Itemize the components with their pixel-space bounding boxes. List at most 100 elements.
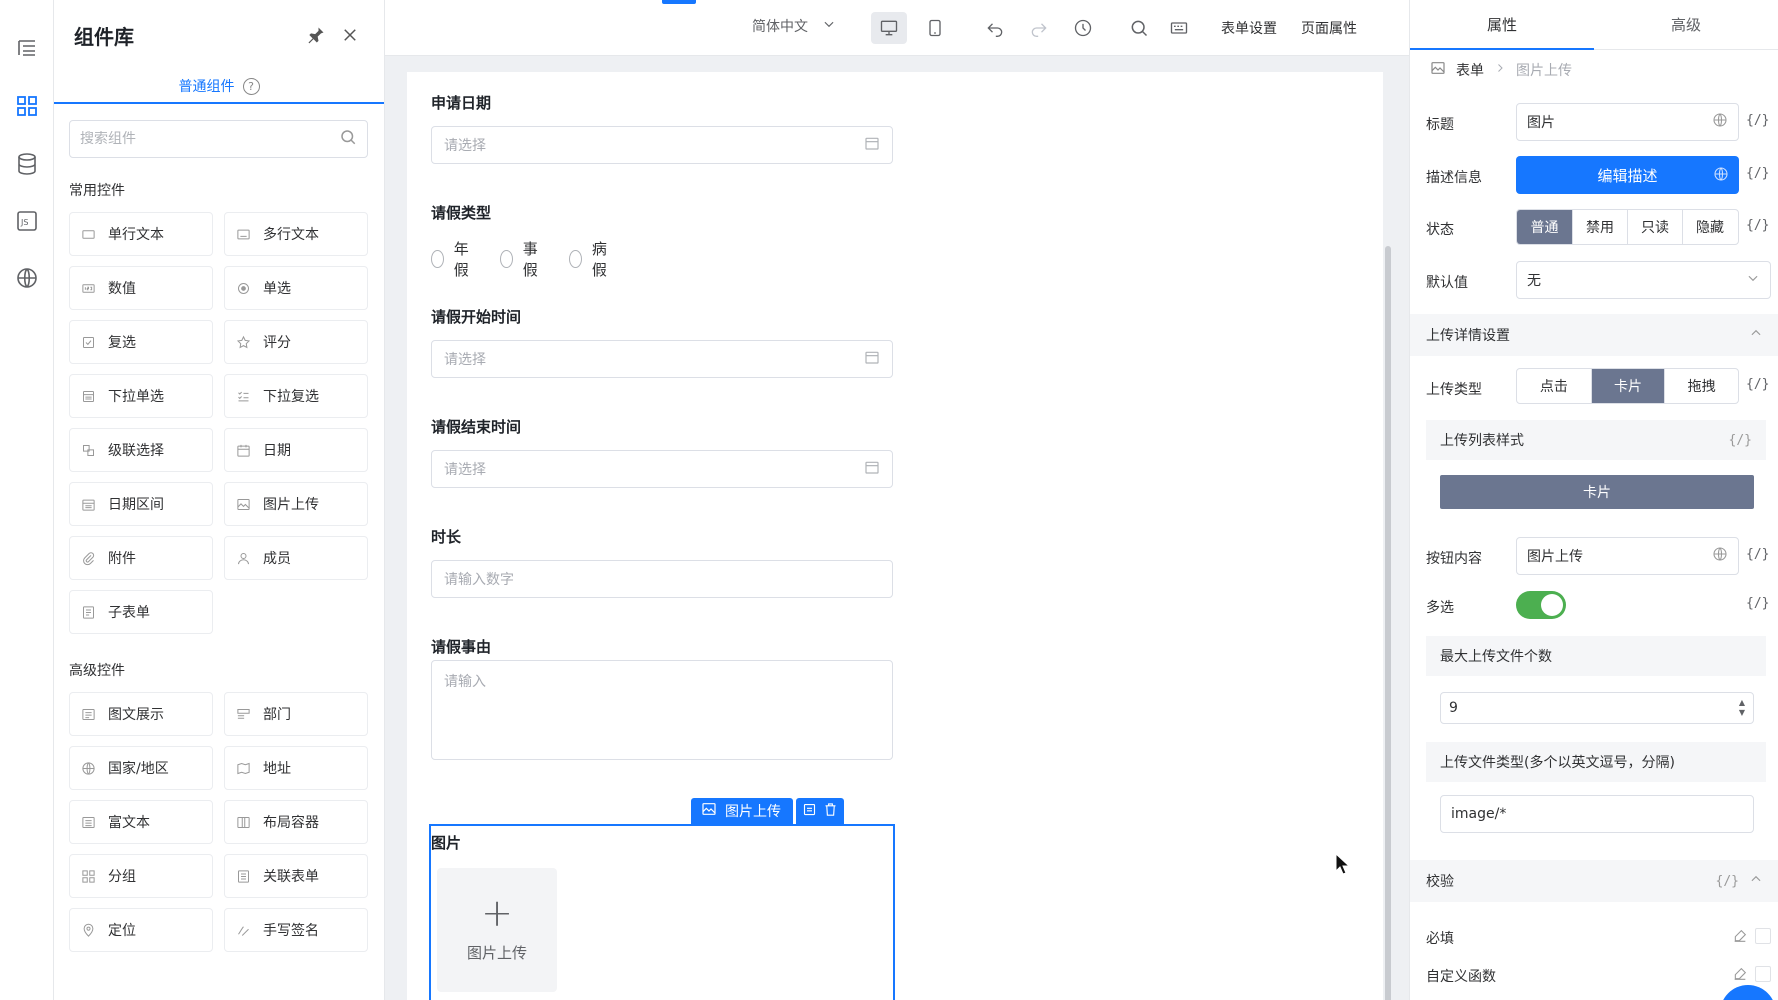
component-item-advanced-0[interactable]: 图文展示 xyxy=(69,692,213,736)
image-upload-card[interactable]: + 图片上传 xyxy=(437,868,557,992)
component-item-common-7[interactable]: 下拉复选 xyxy=(224,374,368,418)
expression-button[interactable]: {/} xyxy=(1746,166,1769,181)
title-input[interactable]: 图片 xyxy=(1516,103,1739,141)
date-input[interactable]: 请选择 xyxy=(431,126,893,164)
floating-action-button[interactable] xyxy=(1720,985,1776,1000)
component-item-advanced-1[interactable]: 部门 xyxy=(224,692,368,736)
component-item-common-12[interactable]: 附件 xyxy=(69,536,213,580)
component-item-common-13[interactable]: 成员 xyxy=(224,536,368,580)
expression-button[interactable]: {/} xyxy=(1746,596,1769,611)
component-search-input[interactable] xyxy=(80,131,339,147)
redo-icon[interactable] xyxy=(1021,12,1057,44)
component-item-advanced-9[interactable]: 手写签名 xyxy=(224,908,368,952)
copy-icon[interactable] xyxy=(802,802,817,821)
component-item-advanced-4[interactable]: 富文本 xyxy=(69,800,213,844)
default-value-select[interactable]: 无 xyxy=(1516,261,1771,299)
radio-option[interactable]: 事假 xyxy=(500,238,543,280)
history-clock-icon[interactable] xyxy=(1065,12,1101,44)
form-settings-button[interactable]: 表单设置 xyxy=(1221,18,1277,38)
keyboard-icon[interactable] xyxy=(1161,12,1197,44)
component-item-common-0[interactable]: 单行文本 xyxy=(69,212,213,256)
component-item-common-3[interactable]: 单选 xyxy=(224,266,368,310)
radio-option[interactable]: 年假 xyxy=(431,238,474,280)
upload-type-option[interactable]: 点击 xyxy=(1517,369,1591,403)
component-type-tag[interactable]: 图片上传 xyxy=(691,798,793,824)
state-option[interactable]: 禁用 xyxy=(1572,210,1627,244)
duration-input[interactable]: 请输入数字 xyxy=(431,560,893,598)
state-option[interactable]: 只读 xyxy=(1627,210,1682,244)
expression-button[interactable]: {/} xyxy=(1746,377,1769,392)
validation-section[interactable]: 校验 {/} xyxy=(1410,860,1778,902)
end-time-input[interactable]: 请选择 xyxy=(431,450,893,488)
component-item-common-4[interactable]: 复选 xyxy=(69,320,213,364)
max-files-stepper[interactable]: 9 ▲ ▼ xyxy=(1440,692,1754,724)
required-checkbox[interactable] xyxy=(1755,928,1771,944)
close-icon[interactable] xyxy=(336,21,364,49)
upload-type-option[interactable]: 卡片 xyxy=(1590,369,1665,403)
file-types-input[interactable]: image/* xyxy=(1440,795,1754,833)
expression-button[interactable]: {/} xyxy=(1746,113,1769,128)
multi-select-toggle[interactable] xyxy=(1516,591,1566,619)
tab-advanced[interactable]: 高级 xyxy=(1594,0,1778,49)
component-item-common-11[interactable]: 图片上传 xyxy=(224,482,368,526)
undo-icon[interactable] xyxy=(977,12,1013,44)
pin-icon[interactable] xyxy=(302,21,330,49)
canvas-scrollbar[interactable] xyxy=(1385,246,1391,1000)
edit-icon[interactable] xyxy=(1732,928,1748,948)
edit-description-button[interactable]: 编辑描述 xyxy=(1516,156,1739,194)
list-check-icon xyxy=(235,388,251,404)
component-item-advanced-6[interactable]: 分组 xyxy=(69,854,213,898)
globe-icon[interactable] xyxy=(1712,112,1728,132)
selected-image-upload-field[interactable]: 图片 + 图片上传 xyxy=(429,824,895,1000)
globe-icon[interactable] xyxy=(11,262,43,294)
search-icon[interactable] xyxy=(339,128,357,150)
component-item-advanced-8[interactable]: 定位 xyxy=(69,908,213,952)
expression-button[interactable]: {/} xyxy=(1746,218,1769,233)
database-icon[interactable] xyxy=(11,148,43,180)
radio-circle-icon xyxy=(500,250,513,268)
radio-option[interactable]: 病假 xyxy=(569,238,612,280)
component-item-common-6[interactable]: 下拉单选 xyxy=(69,374,213,418)
delete-icon[interactable] xyxy=(823,802,838,821)
expression-button[interactable]: {/} xyxy=(1716,874,1739,889)
custom-function-checkbox[interactable] xyxy=(1755,966,1771,982)
reason-textarea[interactable]: 请输入 xyxy=(431,660,893,760)
expression-button[interactable]: {/} xyxy=(1746,547,1769,562)
state-option[interactable]: 普通 xyxy=(1517,210,1572,244)
js-script-icon[interactable]: JS xyxy=(11,205,43,237)
chevron-up-icon xyxy=(1749,326,1763,344)
page-properties-button[interactable]: 页面属性 xyxy=(1301,18,1357,38)
state-option[interactable]: 隐藏 xyxy=(1682,210,1737,244)
language-select[interactable]: 简体中文 xyxy=(752,16,836,36)
component-item-common-1[interactable]: 多行文本 xyxy=(224,212,368,256)
component-item-advanced-7[interactable]: 关联表单 xyxy=(224,854,368,898)
start-time-input[interactable]: 请选择 xyxy=(431,340,893,378)
breadcrumb-root[interactable]: 表单 xyxy=(1456,60,1484,80)
search-icon[interactable] xyxy=(1121,12,1157,44)
component-item-common-9[interactable]: 日期 xyxy=(224,428,368,472)
component-item-common-5[interactable]: 评分 xyxy=(224,320,368,364)
expression-button[interactable]: {/} xyxy=(1729,433,1752,448)
component-item-common-8[interactable]: 级联选择 xyxy=(69,428,213,472)
component-item-advanced-2[interactable]: 国家/地区 xyxy=(69,746,213,790)
outline-tree-icon[interactable] xyxy=(11,32,43,64)
mobile-view-icon[interactable] xyxy=(917,12,953,44)
upload-settings-section[interactable]: 上传详情设置 xyxy=(1410,314,1778,356)
tab-common-components[interactable]: 普通组件 ? xyxy=(54,70,384,104)
edit-icon[interactable] xyxy=(1732,966,1748,986)
tab-properties[interactable]: 属性 xyxy=(1410,0,1594,50)
field-apply-date: 申请日期 请选择 xyxy=(431,92,893,164)
component-item-advanced-5[interactable]: 布局容器 xyxy=(224,800,368,844)
component-item-common-14[interactable]: 子表单 xyxy=(69,590,213,634)
components-grid-icon[interactable] xyxy=(11,90,43,122)
button-content-input[interactable]: 图片上传 xyxy=(1516,537,1739,575)
stepper-arrows-icon[interactable]: ▲ ▼ xyxy=(1739,698,1745,718)
component-item-common-2[interactable]: 数值 xyxy=(69,266,213,310)
component-item-common-10[interactable]: 日期区间 xyxy=(69,482,213,526)
desktop-view-icon[interactable] xyxy=(871,12,907,44)
list-style-card-option[interactable]: 卡片 xyxy=(1440,475,1754,509)
component-item-advanced-3[interactable]: 地址 xyxy=(224,746,368,790)
globe-icon[interactable] xyxy=(1712,546,1728,566)
upload-type-option[interactable]: 拖拽 xyxy=(1664,369,1738,403)
help-icon[interactable]: ? xyxy=(242,77,260,95)
